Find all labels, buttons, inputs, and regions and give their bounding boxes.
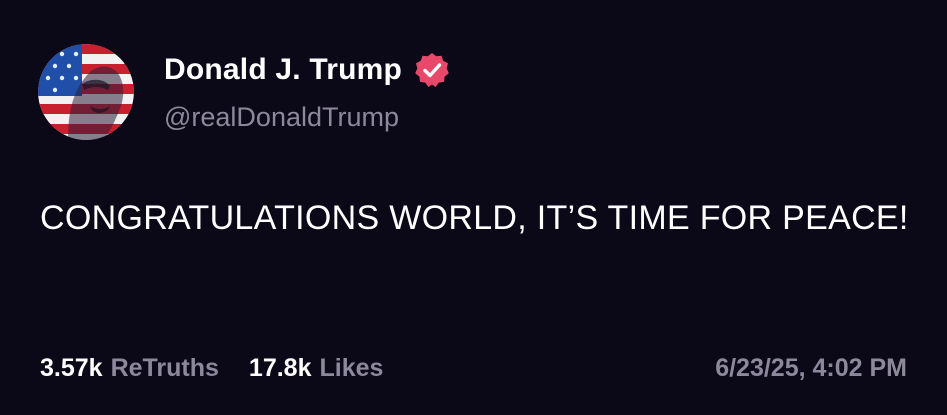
likes-count: 17.8k xyxy=(248,354,312,382)
likes-stat[interactable]: 17.8k Likes xyxy=(249,352,384,384)
post-text: CONGRATULATIONS WORLD, IT’S TIME FOR PEA… xyxy=(40,199,909,237)
author-handle[interactable]: @realDonaldTrump xyxy=(164,101,451,133)
truth-post: Donald J. Trump @realDonaldTrump CONGRAT… xyxy=(0,0,947,415)
retruths-count: 3.57k xyxy=(40,354,103,382)
likes-label: Likes xyxy=(319,354,384,382)
post-timestamp[interactable]: 6/23/25, 4:02 PM xyxy=(715,352,907,384)
author-display-name[interactable]: Donald J. Trump xyxy=(164,52,402,88)
retruths-label: ReTruths xyxy=(110,354,219,382)
author-names: Donald J. Trump @realDonaldTrump xyxy=(164,51,451,133)
post-header: Donald J. Trump @realDonaldTrump xyxy=(38,44,451,140)
verified-badge-icon xyxy=(413,51,451,89)
post-footer: 3.57k ReTruths 17.8k Likes 6/23/25, 4:02… xyxy=(40,352,907,384)
avatar[interactable] xyxy=(38,44,134,140)
retruths-stat[interactable]: 3.57k ReTruths xyxy=(40,352,219,384)
author-name-row[interactable]: Donald J. Trump xyxy=(164,51,451,89)
flag-portrait-avatar-icon xyxy=(38,44,134,140)
